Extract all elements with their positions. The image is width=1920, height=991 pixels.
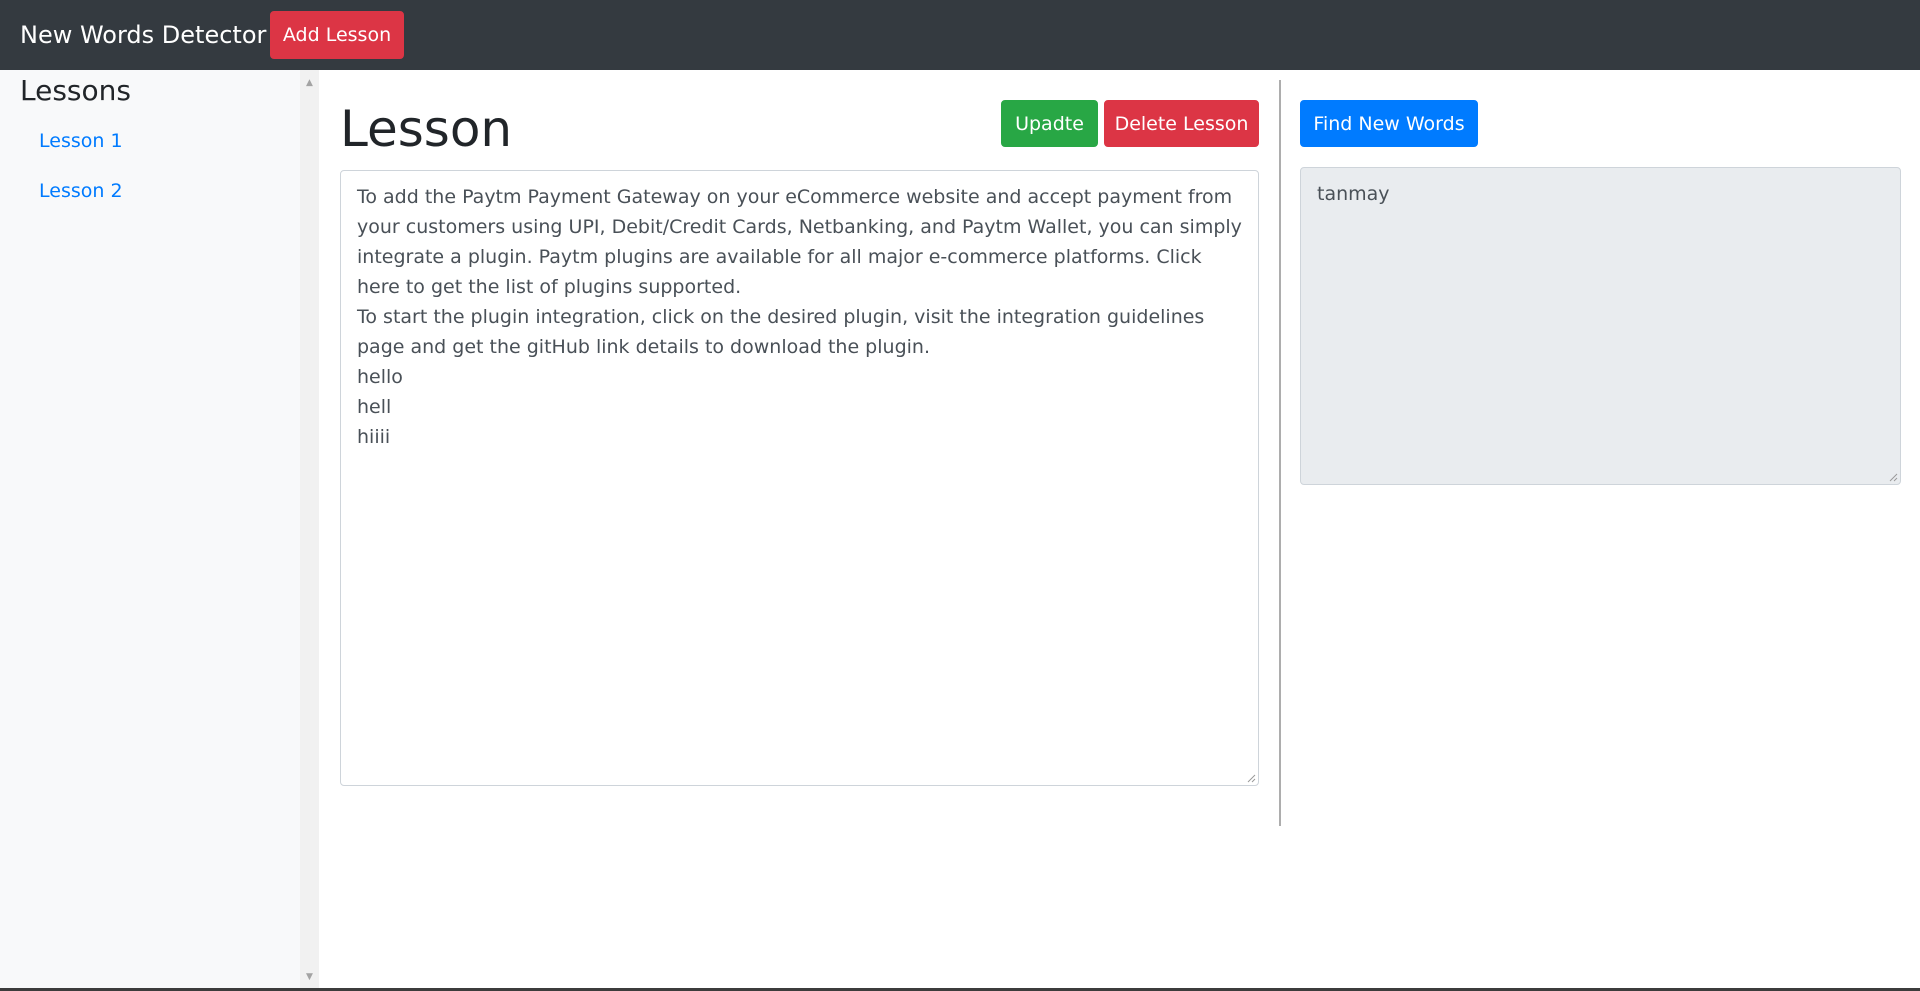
- lesson-text-line: hell: [357, 396, 392, 418]
- sidebar-scrollbar[interactable]: ▲ ▼: [300, 70, 319, 988]
- new-words-text: tanmay: [1317, 183, 1390, 205]
- page-title: Lesson: [340, 100, 513, 158]
- lesson-text-line: To start the plugin integration, click o…: [357, 306, 1205, 358]
- scroll-down-arrow-icon[interactable]: ▼: [300, 968, 319, 985]
- sidebar-title: Lessons: [20, 74, 131, 107]
- update-button[interactable]: Upadte: [1001, 100, 1098, 147]
- column-divider: [1279, 80, 1281, 826]
- lesson-text-area[interactable]: To add the Paytm Payment Gateway on your…: [340, 170, 1259, 786]
- resize-grip-icon[interactable]: [1888, 472, 1898, 482]
- lesson-text-line: hello: [357, 366, 403, 388]
- new-words-output: tanmay: [1300, 167, 1901, 485]
- top-navbar: New Words Detector Add Lesson: [0, 0, 1920, 70]
- delete-lesson-button[interactable]: Delete Lesson: [1104, 100, 1259, 147]
- lessons-sidebar: Lessons Lesson 1 Lesson 2: [0, 70, 300, 988]
- resize-grip-icon[interactable]: [1246, 773, 1256, 783]
- add-lesson-button[interactable]: Add Lesson: [270, 11, 404, 59]
- lesson-text-line: To add the Paytm Payment Gateway on your…: [357, 186, 1242, 298]
- sidebar-item-lesson-1[interactable]: Lesson 1: [39, 130, 123, 152]
- find-new-words-button[interactable]: Find New Words: [1300, 100, 1478, 147]
- sidebar-item-lesson-2[interactable]: Lesson 2: [39, 180, 123, 202]
- app-brand[interactable]: New Words Detector: [20, 21, 266, 49]
- scroll-up-arrow-icon[interactable]: ▲: [300, 74, 319, 91]
- lesson-text-line: hiiii: [357, 426, 391, 448]
